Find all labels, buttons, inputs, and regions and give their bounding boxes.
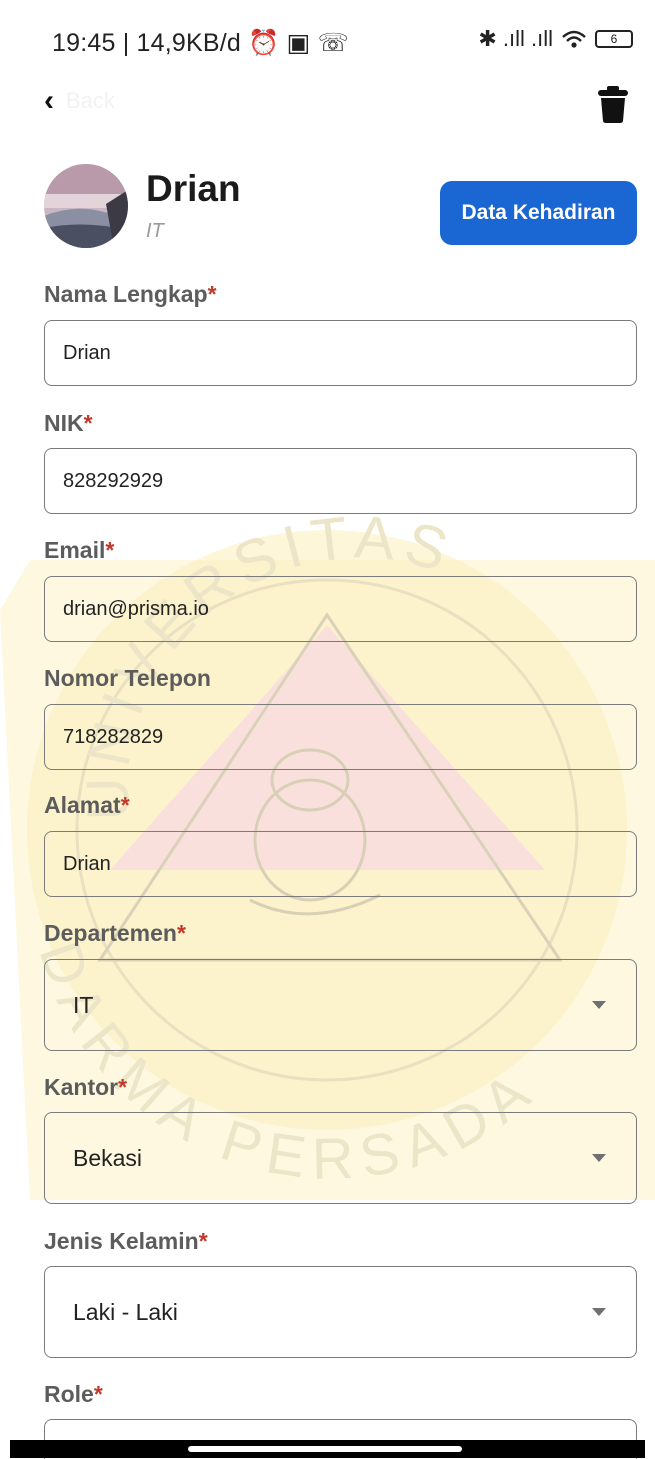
signal-icons: ✱ .ıll .ıll: [478, 26, 553, 51]
status-time: 19:45 | 14,9KB/d ⏰ ▣ ☏: [52, 29, 350, 57]
profile-name: Drian: [146, 168, 241, 209]
department-label: Departemen*: [44, 920, 186, 946]
avatar: [44, 164, 128, 248]
dropdown-arrow-icon: [592, 1001, 606, 1009]
dropdown-arrow-icon: [592, 1308, 606, 1316]
full-name-label: Nama Lengkap*: [44, 281, 217, 307]
svg-text:UNIVERSITAS: UNIVERSITAS: [74, 503, 463, 821]
gender-select[interactable]: Laki - Laki: [44, 1266, 637, 1358]
trash-icon[interactable]: [595, 84, 631, 124]
department-select[interactable]: IT: [44, 959, 637, 1051]
nik-label: NIK*: [44, 410, 93, 436]
status-indicators: ✱ .ıll .ıll 6: [478, 26, 633, 52]
email-label: Email*: [44, 537, 115, 563]
home-gesture-handle[interactable]: [188, 1446, 462, 1452]
status-bar: 19:45 | 14,9KB/d ⏰ ▣ ☏ ✱ .ıll .ıll 6: [0, 0, 655, 80]
nik-field[interactable]: 828292929: [44, 448, 637, 514]
office-label: Kantor*: [44, 1074, 128, 1100]
back-button[interactable]: ‹ Back: [44, 86, 115, 116]
status-notification-icons: ⏰ ▣ ☏: [248, 29, 350, 57]
profile-department: IT: [146, 220, 164, 242]
gender-label: Jenis Kelamin*: [44, 1228, 208, 1254]
battery-icon: 6: [595, 30, 633, 48]
full-name-field[interactable]: Drian: [44, 320, 637, 386]
office-select[interactable]: Bekasi: [44, 1112, 637, 1204]
wifi-icon: [562, 30, 586, 48]
role-label: Role*: [44, 1381, 103, 1407]
dropdown-arrow-icon: [592, 1154, 606, 1162]
chevron-left-icon: ‹: [44, 84, 54, 117]
address-label: Alamat*: [44, 792, 130, 818]
attendance-data-button[interactable]: Data Kehadiran: [440, 181, 637, 245]
email-field[interactable]: drian@prisma.io: [44, 576, 637, 642]
watermark-top-text: UNIVERSITAS: [74, 503, 455, 821]
back-label: Back: [66, 88, 115, 113]
phone-label: Nomor Telepon: [44, 665, 211, 691]
phone-field[interactable]: 718282829: [44, 704, 637, 770]
address-field[interactable]: Drian: [44, 831, 637, 897]
